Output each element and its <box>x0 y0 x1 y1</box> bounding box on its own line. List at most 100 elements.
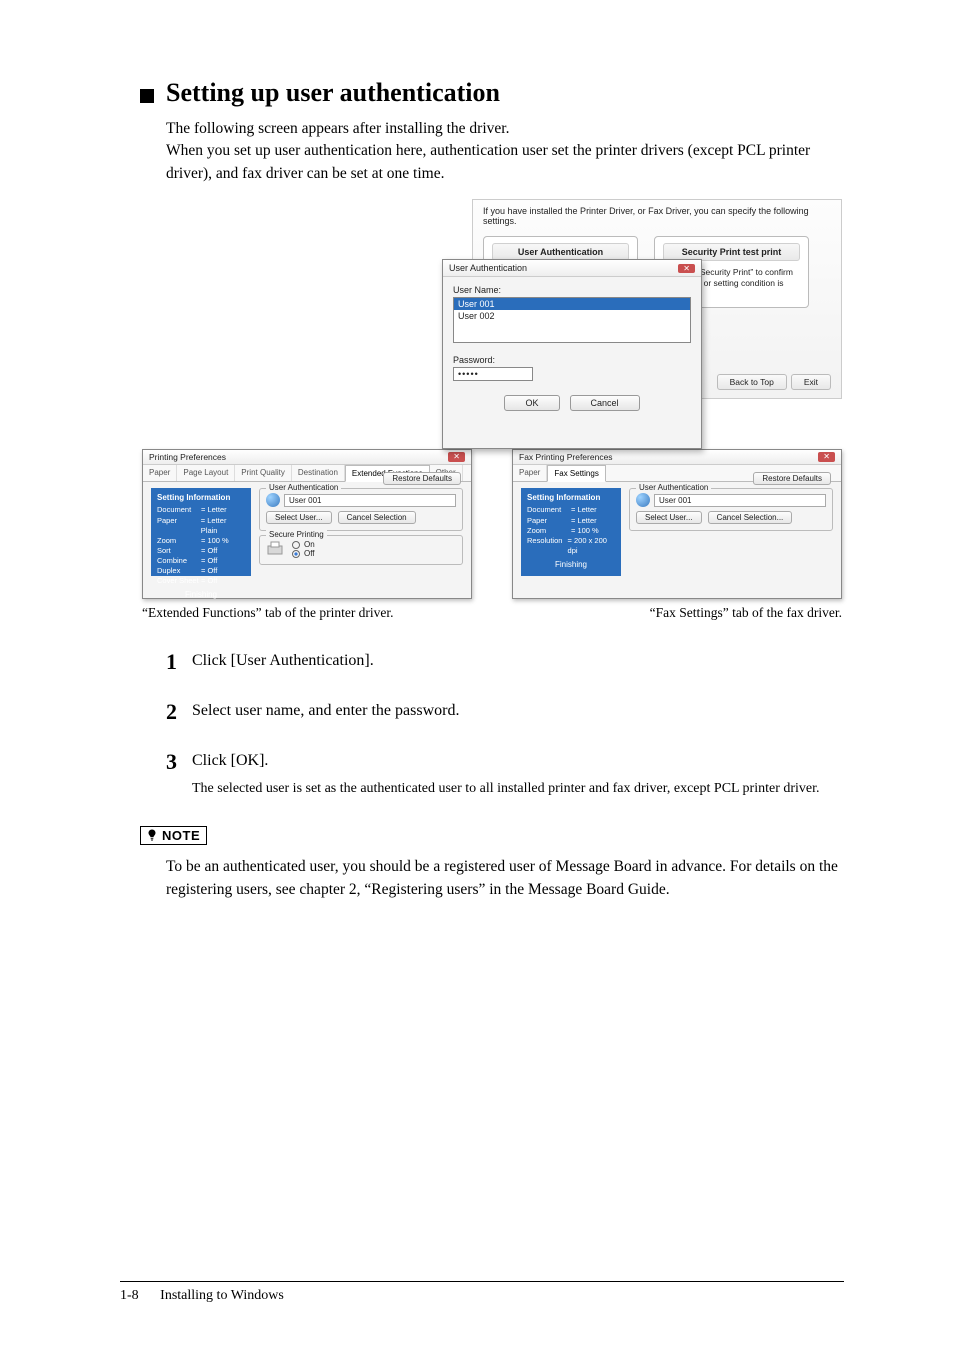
step-number: 3 <box>166 749 192 799</box>
intro-line: The following screen appears after insta… <box>166 120 509 137</box>
info-val: = Off <box>201 566 217 576</box>
tab-paper[interactable]: Paper <box>513 465 547 481</box>
page-number: 1-8 <box>120 1288 139 1304</box>
restore-defaults-button[interactable]: Restore Defaults <box>383 472 461 485</box>
group-label: Secure Printing <box>266 530 327 539</box>
user-auth-group: User Authentication User 001 Select User… <box>629 488 833 531</box>
info-val: = 100 % <box>201 536 229 546</box>
info-key: Resolution <box>527 536 568 556</box>
info-val: = Off <box>201 556 217 566</box>
section-heading: Setting up user authentication <box>166 78 500 108</box>
step-number: 2 <box>166 699 192 723</box>
info-val: = Off <box>201 546 217 556</box>
info-val: = 200 x 200 dpi <box>568 536 615 556</box>
note-text: To be an authenticated user, you should … <box>166 855 844 902</box>
printer-preferences-window: Printing Preferences ✕ Paper Page Layout… <box>142 449 472 599</box>
finishing-label: Finishing <box>527 560 615 569</box>
ok-button[interactable]: OK <box>504 395 559 411</box>
secure-printing-group: Secure Printing On Off <box>259 535 463 565</box>
printer-icon <box>266 540 284 558</box>
page-footer: 1-8 Installing to Windows <box>120 1281 844 1304</box>
step-item: 3 Click [OK]. The selected user is set a… <box>166 749 844 799</box>
cancel-selection-button[interactable]: Cancel Selection... <box>708 511 793 524</box>
window-title: Printing Preferences <box>149 452 226 462</box>
restore-defaults-button[interactable]: Restore Defaults <box>753 472 831 485</box>
note-badge: NOTE <box>140 826 207 845</box>
info-key: Combine <box>157 556 201 566</box>
info-key: Duplex <box>157 566 201 576</box>
select-user-button[interactable]: Select User... <box>266 511 332 524</box>
cancel-button[interactable]: Cancel <box>570 395 640 411</box>
step-number: 1 <box>166 649 192 673</box>
intro-paragraph: The following screen appears after insta… <box>166 118 844 185</box>
heading-bullet <box>140 89 154 103</box>
selected-user: User 001 <box>284 494 456 507</box>
note-label-text: NOTE <box>162 828 200 843</box>
user-list[interactable]: User 001 User 002 <box>453 297 691 343</box>
exit-button[interactable]: Exit <box>791 374 831 390</box>
fax-preferences-window: Fax Printing Preferences ✕ Paper Fax Set… <box>512 449 842 599</box>
user-list-item[interactable]: User 002 <box>454 310 690 322</box>
info-val: = Letter <box>571 505 597 515</box>
user-list-item[interactable]: User 001 <box>454 298 690 310</box>
step-item: 2 Select user name, and enter the passwo… <box>166 699 844 723</box>
installer-message: If you have installed the Printer Driver… <box>483 206 831 226</box>
secure-off-radio[interactable]: Off <box>292 549 315 558</box>
setting-info-panel: Setting Information Document= Letter Pap… <box>521 488 621 576</box>
cancel-selection-button[interactable]: Cancel Selection <box>338 511 416 524</box>
selected-user: User 001 <box>654 494 826 507</box>
setting-info-header: Setting Information <box>527 493 615 502</box>
info-key: Sort <box>157 546 201 556</box>
tab-paper[interactable]: Paper <box>143 465 177 481</box>
info-key: Zoom <box>157 536 201 546</box>
user-auth-dialog: User Authentication ✕ User Name: User 00… <box>442 259 702 449</box>
setting-info-header: Setting Information <box>157 493 245 502</box>
info-key: Document <box>527 505 571 515</box>
close-icon[interactable]: ✕ <box>448 452 465 462</box>
info-key: Cover Sheet <box>157 576 201 586</box>
info-val: = Off <box>201 576 217 586</box>
password-label: Password: <box>453 355 691 365</box>
radio-label: On <box>304 540 315 549</box>
radio-label: Off <box>304 549 315 558</box>
info-val: = Letter Plain <box>201 516 245 536</box>
group-label: User Authentication <box>266 483 341 492</box>
info-key: Document <box>157 505 201 515</box>
info-key: Zoom <box>527 526 571 536</box>
tab-fax-settings[interactable]: Fax Settings <box>547 465 605 482</box>
back-to-top-button[interactable]: Back to Top <box>717 374 787 390</box>
group-label: User Authentication <box>636 483 711 492</box>
select-user-button[interactable]: Select User... <box>636 511 702 524</box>
avatar-icon <box>266 493 280 507</box>
step-text: Click [User Authentication]. <box>192 652 374 669</box>
lightbulb-icon <box>145 828 159 842</box>
setting-info-panel: Setting Information Document= Letter Pap… <box>151 488 251 576</box>
dialog-title: User Authentication <box>449 263 527 273</box>
window-title: Fax Printing Preferences <box>519 452 613 462</box>
info-val: = Letter <box>201 505 227 515</box>
figure-area: If you have installed the Printer Driver… <box>142 199 842 599</box>
intro-line: When you set up user authentication here… <box>166 142 810 181</box>
tab-print-quality[interactable]: Print Quality <box>235 465 292 481</box>
password-input[interactable]: ••••• <box>453 367 533 381</box>
info-val: = 100 % <box>571 526 599 536</box>
secure-on-radio[interactable]: On <box>292 540 315 549</box>
tab-page-layout[interactable]: Page Layout <box>177 465 235 481</box>
info-val: = Letter <box>571 516 597 526</box>
user-auth-group: User Authentication User 001 Select User… <box>259 488 463 531</box>
step-subtext: The selected user is set as the authenti… <box>192 779 820 799</box>
figure-caption-left: “Extended Functions” tab of the printer … <box>142 605 394 621</box>
info-key: Paper <box>527 516 571 526</box>
step-item: 1 Click [User Authentication]. <box>166 649 844 673</box>
finishing-label: Finishing <box>157 590 245 599</box>
info-key: Paper <box>157 516 201 536</box>
username-label: User Name: <box>453 285 691 295</box>
avatar-icon <box>636 493 650 507</box>
step-text: Select user name, and enter the password… <box>192 702 459 719</box>
close-icon[interactable]: ✕ <box>818 452 835 462</box>
tab-destination[interactable]: Destination <box>292 465 345 481</box>
figure-caption-right: “Fax Settings” tab of the fax driver. <box>650 605 842 621</box>
footer-title: Installing to Windows <box>160 1288 284 1303</box>
close-icon[interactable]: ✕ <box>678 264 695 273</box>
step-text: Click [OK]. <box>192 752 268 769</box>
